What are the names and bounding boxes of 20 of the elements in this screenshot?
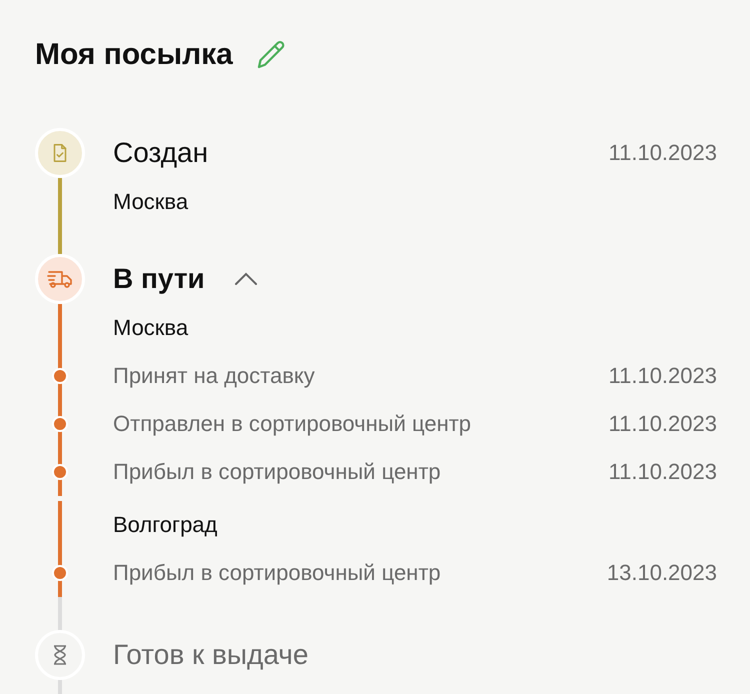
event-date: 11.10.2023 <box>608 459 717 485</box>
city-name: Москва <box>113 315 188 341</box>
page-title: Моя посылка <box>35 38 233 72</box>
stage-date: 11.10.2023 <box>608 140 717 166</box>
city-name: Волгоград <box>113 512 218 538</box>
document-check-icon <box>35 128 85 178</box>
event-date: 11.10.2023 <box>608 411 717 437</box>
event-date: 11.10.2023 <box>608 363 717 389</box>
event-text: Прибыл в сортировочный центр <box>113 459 441 485</box>
event-date: 13.10.2023 <box>606 560 717 586</box>
stage-title: Создан <box>113 137 208 169</box>
city-name: Москва <box>113 189 188 215</box>
stage-title: Готов к выдаче <box>113 639 308 671</box>
event-text: Прибыл в сортировочный центр <box>113 560 441 586</box>
hourglass-icon <box>35 630 85 680</box>
truck-icon <box>35 254 85 304</box>
stage-title: В пути <box>113 263 205 295</box>
event-text: Принят на доставку <box>113 363 315 389</box>
event-text: Отправлен в сортировочный центр <box>113 411 472 437</box>
chevron-icon[interactable] <box>232 271 259 287</box>
